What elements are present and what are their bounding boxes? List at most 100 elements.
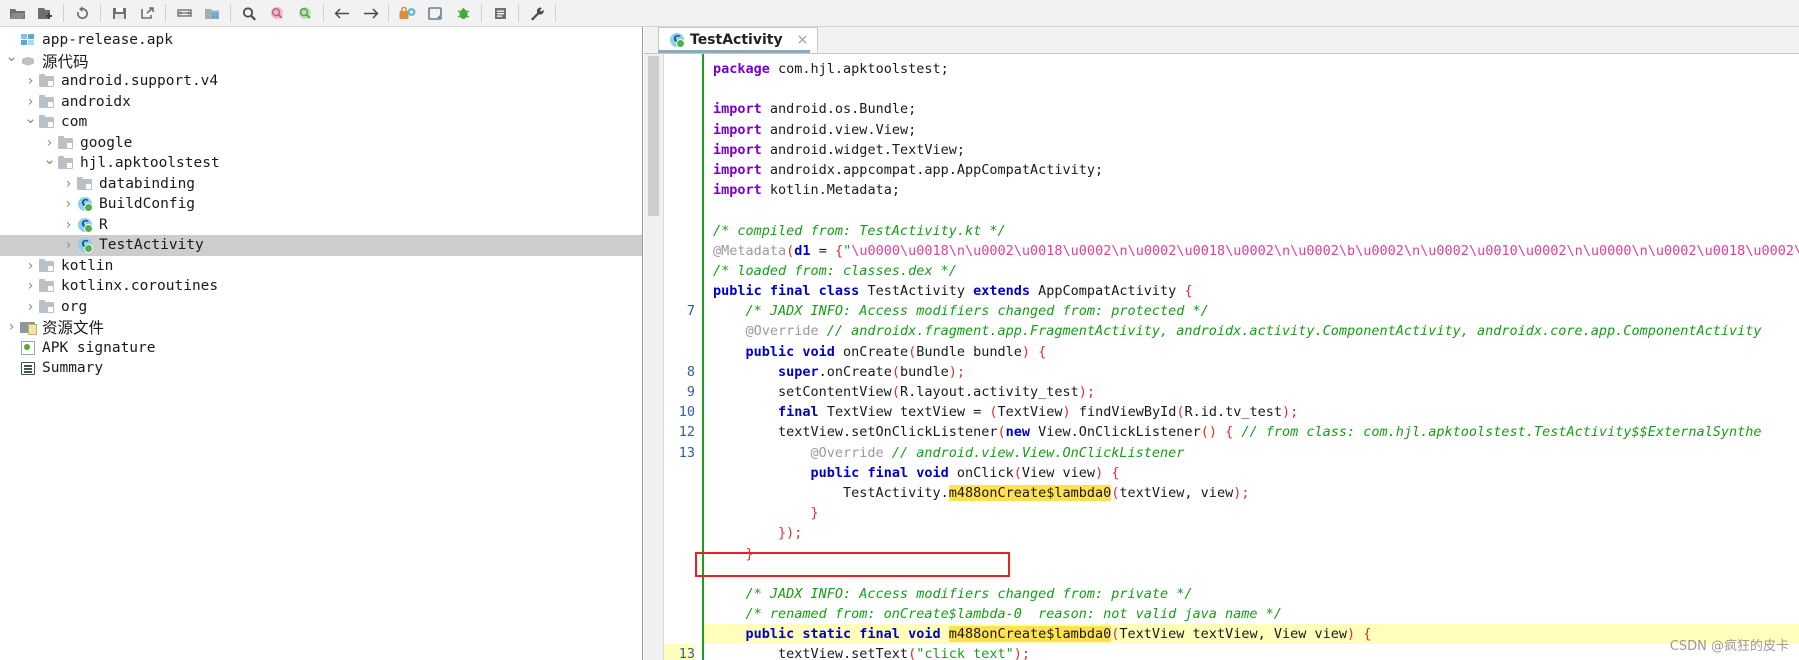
code-token: import xyxy=(713,121,770,138)
code-line[interactable]: }); xyxy=(713,523,1799,543)
open-file-icon[interactable] xyxy=(3,1,31,25)
search-icon[interactable] xyxy=(235,1,263,25)
export-gradle-icon[interactable] xyxy=(133,1,161,25)
editor-tabbar: C TestActivity × xyxy=(644,27,1799,54)
quark-icon[interactable] xyxy=(421,1,449,25)
code-line[interactable]: TestActivity.m488onCreate$lambda0(textVi… xyxy=(713,483,1799,503)
code-line[interactable]: final TextView textView = (TextView) fin… xyxy=(713,402,1799,422)
chevron-right-icon[interactable]: › xyxy=(61,197,76,211)
tree-item-google[interactable]: › google xyxy=(0,133,642,154)
code-line[interactable]: /* JADX INFO: Access modifiers changed f… xyxy=(713,301,1799,321)
tree-item-android.support.v4[interactable]: › android.support.v4 xyxy=(0,71,642,92)
code-view[interactable]: 7891012131314 package com.hjl.apktoolste… xyxy=(644,54,1799,660)
chevron-right-icon[interactable]: › xyxy=(23,279,38,293)
tree-item-r[interactable]: › C R xyxy=(0,215,642,236)
logs-icon[interactable] xyxy=(486,1,514,25)
chevron-right-icon[interactable]: › xyxy=(61,177,76,191)
tree-item-com[interactable]: ⌄ com xyxy=(0,110,642,133)
code-line[interactable]: import androidx.appcompat.app.AppCompatA… xyxy=(713,160,1799,180)
tree-item-kotlinx.coroutines[interactable]: › kotlinx.coroutines xyxy=(0,276,642,297)
preferences-icon[interactable] xyxy=(523,1,551,25)
code-token: ( xyxy=(997,424,1006,441)
tree-item-databinding[interactable]: › databinding xyxy=(0,174,642,195)
code-line[interactable]: super.onCreate(bundle); xyxy=(713,362,1799,382)
reload-icon[interactable] xyxy=(68,1,96,25)
chevron-down-icon[interactable]: ⌄ xyxy=(42,151,57,167)
add-files-icon[interactable] xyxy=(31,1,59,25)
code-line[interactable]: setContentView(R.layout.activity_test); xyxy=(713,382,1799,402)
tree-item-testactivity[interactable]: › C TestActivity xyxy=(0,235,642,256)
code-line[interactable]: } xyxy=(713,544,1799,564)
decompile-icon[interactable] xyxy=(198,1,226,25)
code-line[interactable]: public final void onClick(View view) { xyxy=(713,463,1799,483)
code-token: import xyxy=(713,161,770,178)
code-line[interactable]: /* renamed from: onCreate$lambda-0 reaso… xyxy=(713,604,1799,624)
line-number xyxy=(664,120,695,140)
chevron-right-icon[interactable]: › xyxy=(23,95,38,109)
chevron-right-icon[interactable]: › xyxy=(4,320,19,334)
toolbar-separator xyxy=(388,4,389,22)
code-line[interactable]: import android.os.Bundle; xyxy=(713,99,1799,119)
code-line[interactable]: import android.view.View; xyxy=(713,120,1799,140)
tree-item-kotlin[interactable]: › kotlin xyxy=(0,256,642,277)
tree-item-app-release.apk[interactable]: ›app-release.apk xyxy=(0,30,642,51)
close-icon[interactable]: × xyxy=(797,32,809,48)
debug-icon[interactable] xyxy=(449,1,477,25)
tab-active-underline xyxy=(658,50,810,53)
code-line[interactable]: import kotlin.Metadata; xyxy=(713,180,1799,200)
code-line[interactable] xyxy=(713,564,1799,584)
code-line[interactable]: package com.hjl.apktoolstest; xyxy=(713,59,1799,79)
code-line[interactable]: @Override // android.view.View.OnClickLi… xyxy=(713,443,1799,463)
tree-item-label: com xyxy=(61,114,88,131)
sync-icon[interactable] xyxy=(170,1,198,25)
tree-item--[interactable]: › 资源文件 xyxy=(0,317,642,338)
code-line[interactable]: textView.setOnClickListener(new View.OnC… xyxy=(713,422,1799,442)
tree-item-org[interactable]: › org xyxy=(0,297,642,318)
tree-item-androidx[interactable]: › androidx xyxy=(0,92,642,113)
tree-item--[interactable]: ⌄ 源代码 xyxy=(0,49,642,72)
search-back-icon[interactable] xyxy=(263,1,291,25)
chevron-right-icon[interactable]: › xyxy=(23,300,38,314)
code-line[interactable]: public void onCreate(Bundle bundle) { xyxy=(713,342,1799,362)
tree-item-hjl.apktoolstest[interactable]: ⌄ hjl.apktoolstest xyxy=(0,151,642,174)
code-token: R.id.tv_test xyxy=(1184,404,1283,421)
tree-item-apk-signature[interactable]: ›APK signature xyxy=(0,338,642,359)
code-line[interactable]: @Override // androidx.fragment.app.Fragm… xyxy=(713,321,1799,341)
code-token: androidx.appcompat.app.AppCompatActivity… xyxy=(769,161,1104,178)
code-token: TextView xyxy=(997,404,1063,421)
code-line[interactable] xyxy=(713,200,1799,220)
scrollbar-thumb[interactable] xyxy=(648,56,659,216)
code-line[interactable]: textView.setText("click text"); xyxy=(713,644,1799,660)
code-line[interactable]: } xyxy=(713,503,1799,523)
code-line[interactable]: /* loaded from: classes.dex */ xyxy=(713,261,1799,281)
forward-arrow-icon[interactable] xyxy=(356,1,384,25)
code-token: @Metadata xyxy=(713,242,787,259)
tree-item-label: BuildConfig xyxy=(99,196,196,213)
code-line[interactable]: /* compiled from: TestActivity.kt */ xyxy=(713,221,1799,241)
chevron-right-icon[interactable]: › xyxy=(61,218,76,232)
search-forward-icon[interactable] xyxy=(291,1,319,25)
code-line[interactable]: import android.widget.TextView; xyxy=(713,140,1799,160)
apk-tree-sidebar[interactable]: ›app-release.apk⌄源代码›android.support.v4›… xyxy=(0,27,643,660)
source-code-text[interactable]: package com.hjl.apktoolstest; import and… xyxy=(702,54,1799,660)
code-line[interactable]: /* JADX INFO: Access modifiers changed f… xyxy=(713,584,1799,604)
back-arrow-icon[interactable] xyxy=(328,1,356,25)
tree-item-summary[interactable]: ›Summary xyxy=(0,358,642,379)
code-line[interactable]: public static final void m488onCreate$la… xyxy=(704,624,1799,645)
chevron-down-icon[interactable]: ⌄ xyxy=(23,110,38,126)
chevron-right-icon[interactable]: › xyxy=(23,259,38,273)
code-line[interactable]: public final class TestActivity extends … xyxy=(713,281,1799,301)
folder-icon xyxy=(38,94,57,110)
deobfuscation-icon[interactable] xyxy=(393,1,421,25)
chevron-down-icon[interactable]: ⌄ xyxy=(4,49,19,64)
chevron-right-icon[interactable]: › xyxy=(23,74,38,88)
code-line[interactable] xyxy=(713,79,1799,99)
code-line[interactable]: @Metadata(d1 = {"\u0000\u0018\n\u0002\u0… xyxy=(713,241,1799,261)
chevron-right-icon[interactable]: › xyxy=(61,238,76,252)
tree-item-buildconfig[interactable]: › C BuildConfig xyxy=(0,194,642,215)
save-all-icon[interactable] xyxy=(105,1,133,25)
chevron-right-icon[interactable]: › xyxy=(42,136,57,150)
editor-scrollbar[interactable] xyxy=(644,54,664,660)
